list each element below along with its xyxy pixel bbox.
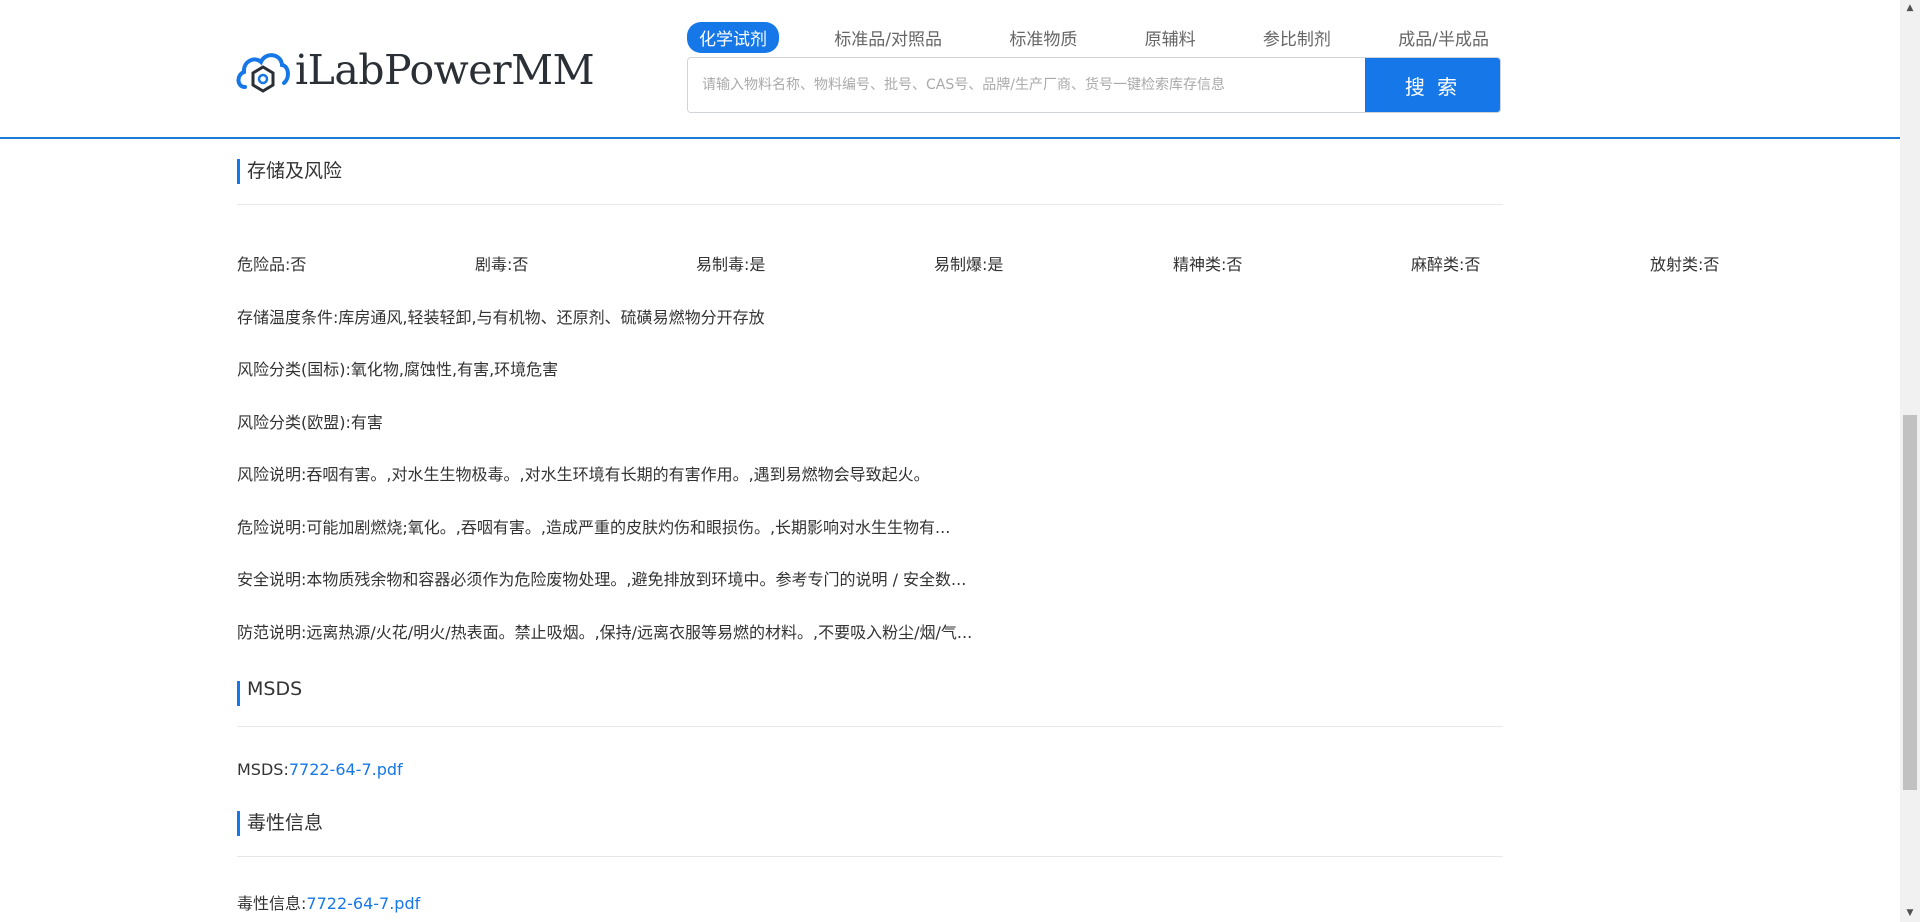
- toxicity-file-link[interactable]: 7722-64-7.pdf: [306, 894, 420, 913]
- risk-statement-row: 风险说明:吞咽有害。,对水生生物极毒。,对水生环境有长期的有害作用。,遇到易燃物…: [237, 465, 930, 484]
- section-toxicity-header: 毒性信息: [237, 791, 1503, 857]
- search-input[interactable]: [688, 58, 1365, 112]
- section-title: 存储及风险: [247, 160, 343, 182]
- section-title: 毒性信息: [247, 812, 324, 834]
- scroll-up-arrow-icon[interactable]: ▲: [1900, 0, 1920, 17]
- risk-class-gb-row: 风险分类(国标):氧化物,腐蚀性,有害,环境危害: [237, 360, 559, 379]
- scrollbar-thumb[interactable]: [1903, 415, 1917, 790]
- precaution-statement-row: 防范说明:远离热源/火花/明火/热表面。禁止吸烟。,保持/远离衣服等易燃的材料。…: [237, 623, 973, 642]
- section-storage-risk-header: 存储及风险: [237, 139, 1503, 205]
- flag-precursor-drug: 易制毒:是: [696, 255, 766, 274]
- flag-radioactive: 放射类:否: [1650, 255, 1720, 274]
- msds-row: MSDS:7722-64-7.pdf: [237, 760, 403, 779]
- risk-class-eu-row: 风险分类(欧盟):有害: [237, 413, 383, 432]
- flag-psychotropic: 精神类:否: [1173, 255, 1243, 274]
- section-accent-bar: [237, 811, 240, 836]
- flag-highly-toxic: 剧毒:否: [475, 255, 529, 274]
- tab-raw-excipients[interactable]: 原辅料: [1133, 22, 1208, 53]
- logo-text: iLabPowerMM: [295, 46, 595, 94]
- logo[interactable]: iLabPowerMM: [235, 40, 595, 100]
- tab-reference-standards[interactable]: 标准品/对照品: [822, 22, 954, 53]
- tab-standard-substances[interactable]: 标准物质: [997, 22, 1089, 53]
- flag-precursor-explosive: 易制爆:是: [934, 255, 1004, 274]
- search-button[interactable]: 搜 索: [1365, 58, 1500, 112]
- storage-condition-row: 存储温度条件:库房通风,轻装轻卸,与有机物、还原剂、硫磺易燃物分开存放: [237, 308, 765, 327]
- flag-narcotic: 麻醉类:否: [1411, 255, 1481, 274]
- flag-hazardous: 危险品:否: [237, 255, 307, 274]
- tab-finished-products[interactable]: 成品/半成品: [1386, 22, 1501, 53]
- search-box: 搜 索: [687, 57, 1501, 113]
- vertical-scrollbar[interactable]: ▲ ▼: [1900, 0, 1920, 922]
- tab-chemical-reagents[interactable]: 化学试剂: [687, 21, 779, 53]
- hazard-statement-row: 危险说明:可能加剧燃烧;氧化。,吞咽有害。,造成严重的皮肤灼伤和眼损伤。,长期影…: [237, 518, 951, 537]
- scroll-down-arrow-icon[interactable]: ▼: [1900, 905, 1920, 922]
- category-tabs: 化学试剂 标准品/对照品 标准物质 原辅料 参比制剂 成品/半成品: [687, 21, 1501, 53]
- section-accent-bar: [237, 681, 240, 706]
- tab-reference-preparations[interactable]: 参比制剂: [1251, 22, 1343, 53]
- toxicity-row: 毒性信息:7722-64-7.pdf: [237, 894, 421, 913]
- msds-file-link[interactable]: 7722-64-7.pdf: [289, 760, 403, 779]
- section-title: MSDS: [247, 678, 303, 700]
- section-accent-bar: [237, 159, 240, 184]
- site-header: iLabPowerMM 化学试剂 标准品/对照品 标准物质 原辅料 参比制剂 成…: [0, 0, 1900, 139]
- safety-statement-row: 安全说明:本物质残余物和容器必须作为危险废物处理。,避免排放到环境中。参考专门的…: [237, 570, 967, 589]
- cloud-flask-logo-icon: [236, 53, 290, 93]
- section-msds-header: MSDS: [237, 661, 1503, 727]
